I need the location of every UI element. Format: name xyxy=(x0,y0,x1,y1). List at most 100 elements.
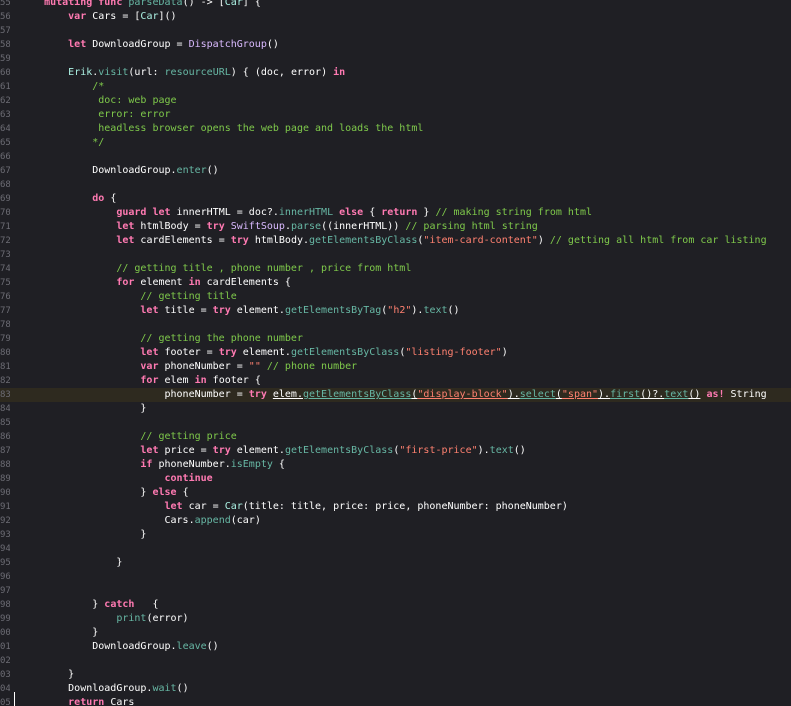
code-line[interactable]: 99 print(error) xyxy=(0,612,791,626)
code-line[interactable]: 58 let DownloadGroup = DispatchGroup() xyxy=(0,38,791,52)
code-text: if phoneNumber.isEmpty { xyxy=(20,458,285,472)
code-line[interactable]: 69 do { xyxy=(0,192,791,206)
code-line[interactable]: 96 xyxy=(0,570,791,584)
code-line[interactable]: 97 xyxy=(0,584,791,598)
code-line[interactable]: 79 // getting the phone number xyxy=(0,332,791,346)
code-line[interactable]: 63 error: error xyxy=(0,108,791,122)
code-line[interactable]: 03 } xyxy=(0,668,791,682)
code-line[interactable]: 61 /* xyxy=(0,80,791,94)
line-number: 73 xyxy=(0,250,10,260)
code-line[interactable]: 95 } xyxy=(0,556,791,570)
code-line[interactable]: 04 DownloadGroup.wait() xyxy=(0,682,791,696)
code-line[interactable]: 82 for elem in footer { xyxy=(0,374,791,388)
line-number: 95 xyxy=(0,558,10,568)
code-token: () -> [ xyxy=(182,0,225,8)
code-line[interactable]: 75 for element in cardElements { xyxy=(0,276,791,290)
code-line[interactable]: 87 let price = try element.getElementsBy… xyxy=(0,444,791,458)
line-number: 82 xyxy=(0,376,10,386)
code-line[interactable]: 92 Cars.append(car) xyxy=(0,514,791,528)
code-line[interactable]: 89 continue xyxy=(0,472,791,486)
code-token: let xyxy=(20,235,141,246)
code-line[interactable]: 91 let car = Car(title: title, price: pr… xyxy=(0,500,791,514)
code-token: footer { xyxy=(212,375,261,386)
code-line[interactable]: 72 let cardElements = try htmlBody.getEl… xyxy=(0,234,791,248)
code-line[interactable]: 64 headless browser opens the web page a… xyxy=(0,122,791,136)
code-token: try xyxy=(218,347,243,358)
code-token: } xyxy=(20,669,75,680)
code-line[interactable]: 02 xyxy=(0,654,791,668)
code-line-current[interactable]: 83 phoneNumber = try elem.getElementsByC… xyxy=(0,388,791,402)
code-line[interactable]: 88 if phoneNumber.isEmpty { xyxy=(0,458,791,472)
code-text: error: error xyxy=(20,108,171,122)
line-number: 76 xyxy=(0,292,10,302)
code-text: /* xyxy=(20,80,104,94)
code-line[interactable]: 70 guard let innerHTML = doc?.innerHTML … xyxy=(0,206,791,220)
code-token: { xyxy=(182,487,189,498)
code-token: ((innerHTML)) xyxy=(321,221,406,232)
code-line[interactable]: 55 mutating func parseData() -> [Car] { xyxy=(0,0,791,10)
code-token: cardElements = xyxy=(140,235,231,246)
code-line[interactable]: 78 xyxy=(0,318,791,332)
code-token: htmlBody = xyxy=(140,221,207,232)
code-token: let xyxy=(20,221,141,232)
line-number: 67 xyxy=(0,166,10,176)
text-cursor xyxy=(14,692,15,706)
code-line[interactable]: 93 } xyxy=(0,528,791,542)
code-token: /* xyxy=(20,81,105,92)
code-line[interactable]: 05 return Cars xyxy=(0,696,791,706)
code-line[interactable]: 81 var phoneNumber = "" // phone number xyxy=(0,360,791,374)
code-token: mutating func xyxy=(20,0,129,8)
code-token: element. xyxy=(236,445,285,456)
code-token: } xyxy=(20,599,105,610)
code-line[interactable]: 57 xyxy=(0,24,791,38)
code-token: text xyxy=(664,389,689,400)
code-token: // getting title xyxy=(20,291,237,302)
code-line[interactable]: 00 } xyxy=(0,626,791,640)
code-token: innerHTML xyxy=(278,207,334,218)
line-number: 94 xyxy=(0,544,10,554)
line-number: 74 xyxy=(0,264,10,274)
code-token: ). xyxy=(411,305,424,316)
code-line[interactable]: 80 let footer = try element.getElementsB… xyxy=(0,346,791,360)
code-line[interactable]: 98 } catch { xyxy=(0,598,791,612)
code-editor[interactable]: 55 mutating func parseData() -> [Car] {5… xyxy=(0,0,791,706)
code-line[interactable]: 60 Erik.visit(url: resourceURL) { (doc, … xyxy=(0,66,791,80)
code-token: getElementsByClass xyxy=(302,389,412,400)
code-line[interactable]: 94 xyxy=(0,542,791,556)
code-line[interactable]: 59 xyxy=(0,52,791,66)
code-text: var phoneNumber = "" // phone number xyxy=(20,360,357,374)
code-line[interactable]: 68 xyxy=(0,178,791,192)
line-number: 69 xyxy=(0,194,10,204)
code-line[interactable]: 71 let htmlBody = try SwiftSoup.parse((i… xyxy=(0,220,791,234)
code-line[interactable]: 73 xyxy=(0,248,791,262)
code-token: let xyxy=(20,501,189,512)
code-token: // getting price xyxy=(20,431,237,442)
code-line[interactable]: 62 doc: web page xyxy=(0,94,791,108)
code-token: do xyxy=(20,193,111,204)
code-token: } xyxy=(20,487,153,498)
code-line[interactable]: 65 */ xyxy=(0,136,791,150)
code-line[interactable]: 85 xyxy=(0,416,791,430)
code-line[interactable]: 01 DownloadGroup.leave() xyxy=(0,640,791,654)
code-line[interactable]: 66 xyxy=(0,150,791,164)
line-number: 79 xyxy=(0,334,10,344)
line-number: 89 xyxy=(0,474,10,484)
code-token: for xyxy=(20,277,141,288)
code-line[interactable]: 74 // getting title , phone number , pri… xyxy=(0,262,791,276)
code-line[interactable]: 77 let title = try element.getElementsBy… xyxy=(0,304,791,318)
code-area[interactable]: 55 mutating func parseData() -> [Car] {5… xyxy=(0,0,791,706)
code-line[interactable]: 86 // getting price xyxy=(0,430,791,444)
code-token: car = xyxy=(188,501,225,512)
code-token: if xyxy=(20,459,159,470)
code-line[interactable]: 76 // getting title xyxy=(0,290,791,304)
code-line[interactable]: 90 } else { xyxy=(0,486,791,500)
code-text: DownloadGroup.enter() xyxy=(20,164,218,178)
code-token: htmlBody. xyxy=(254,235,310,246)
code-token: Cars. xyxy=(20,515,195,526)
line-number: 91 xyxy=(0,502,10,512)
code-line[interactable]: 56 var Cars = [Car]() xyxy=(0,10,791,24)
code-token: let xyxy=(20,347,165,358)
code-token: error: error xyxy=(20,109,171,120)
code-line[interactable]: 84 } xyxy=(0,402,791,416)
code-line[interactable]: 67 DownloadGroup.enter() xyxy=(0,164,791,178)
